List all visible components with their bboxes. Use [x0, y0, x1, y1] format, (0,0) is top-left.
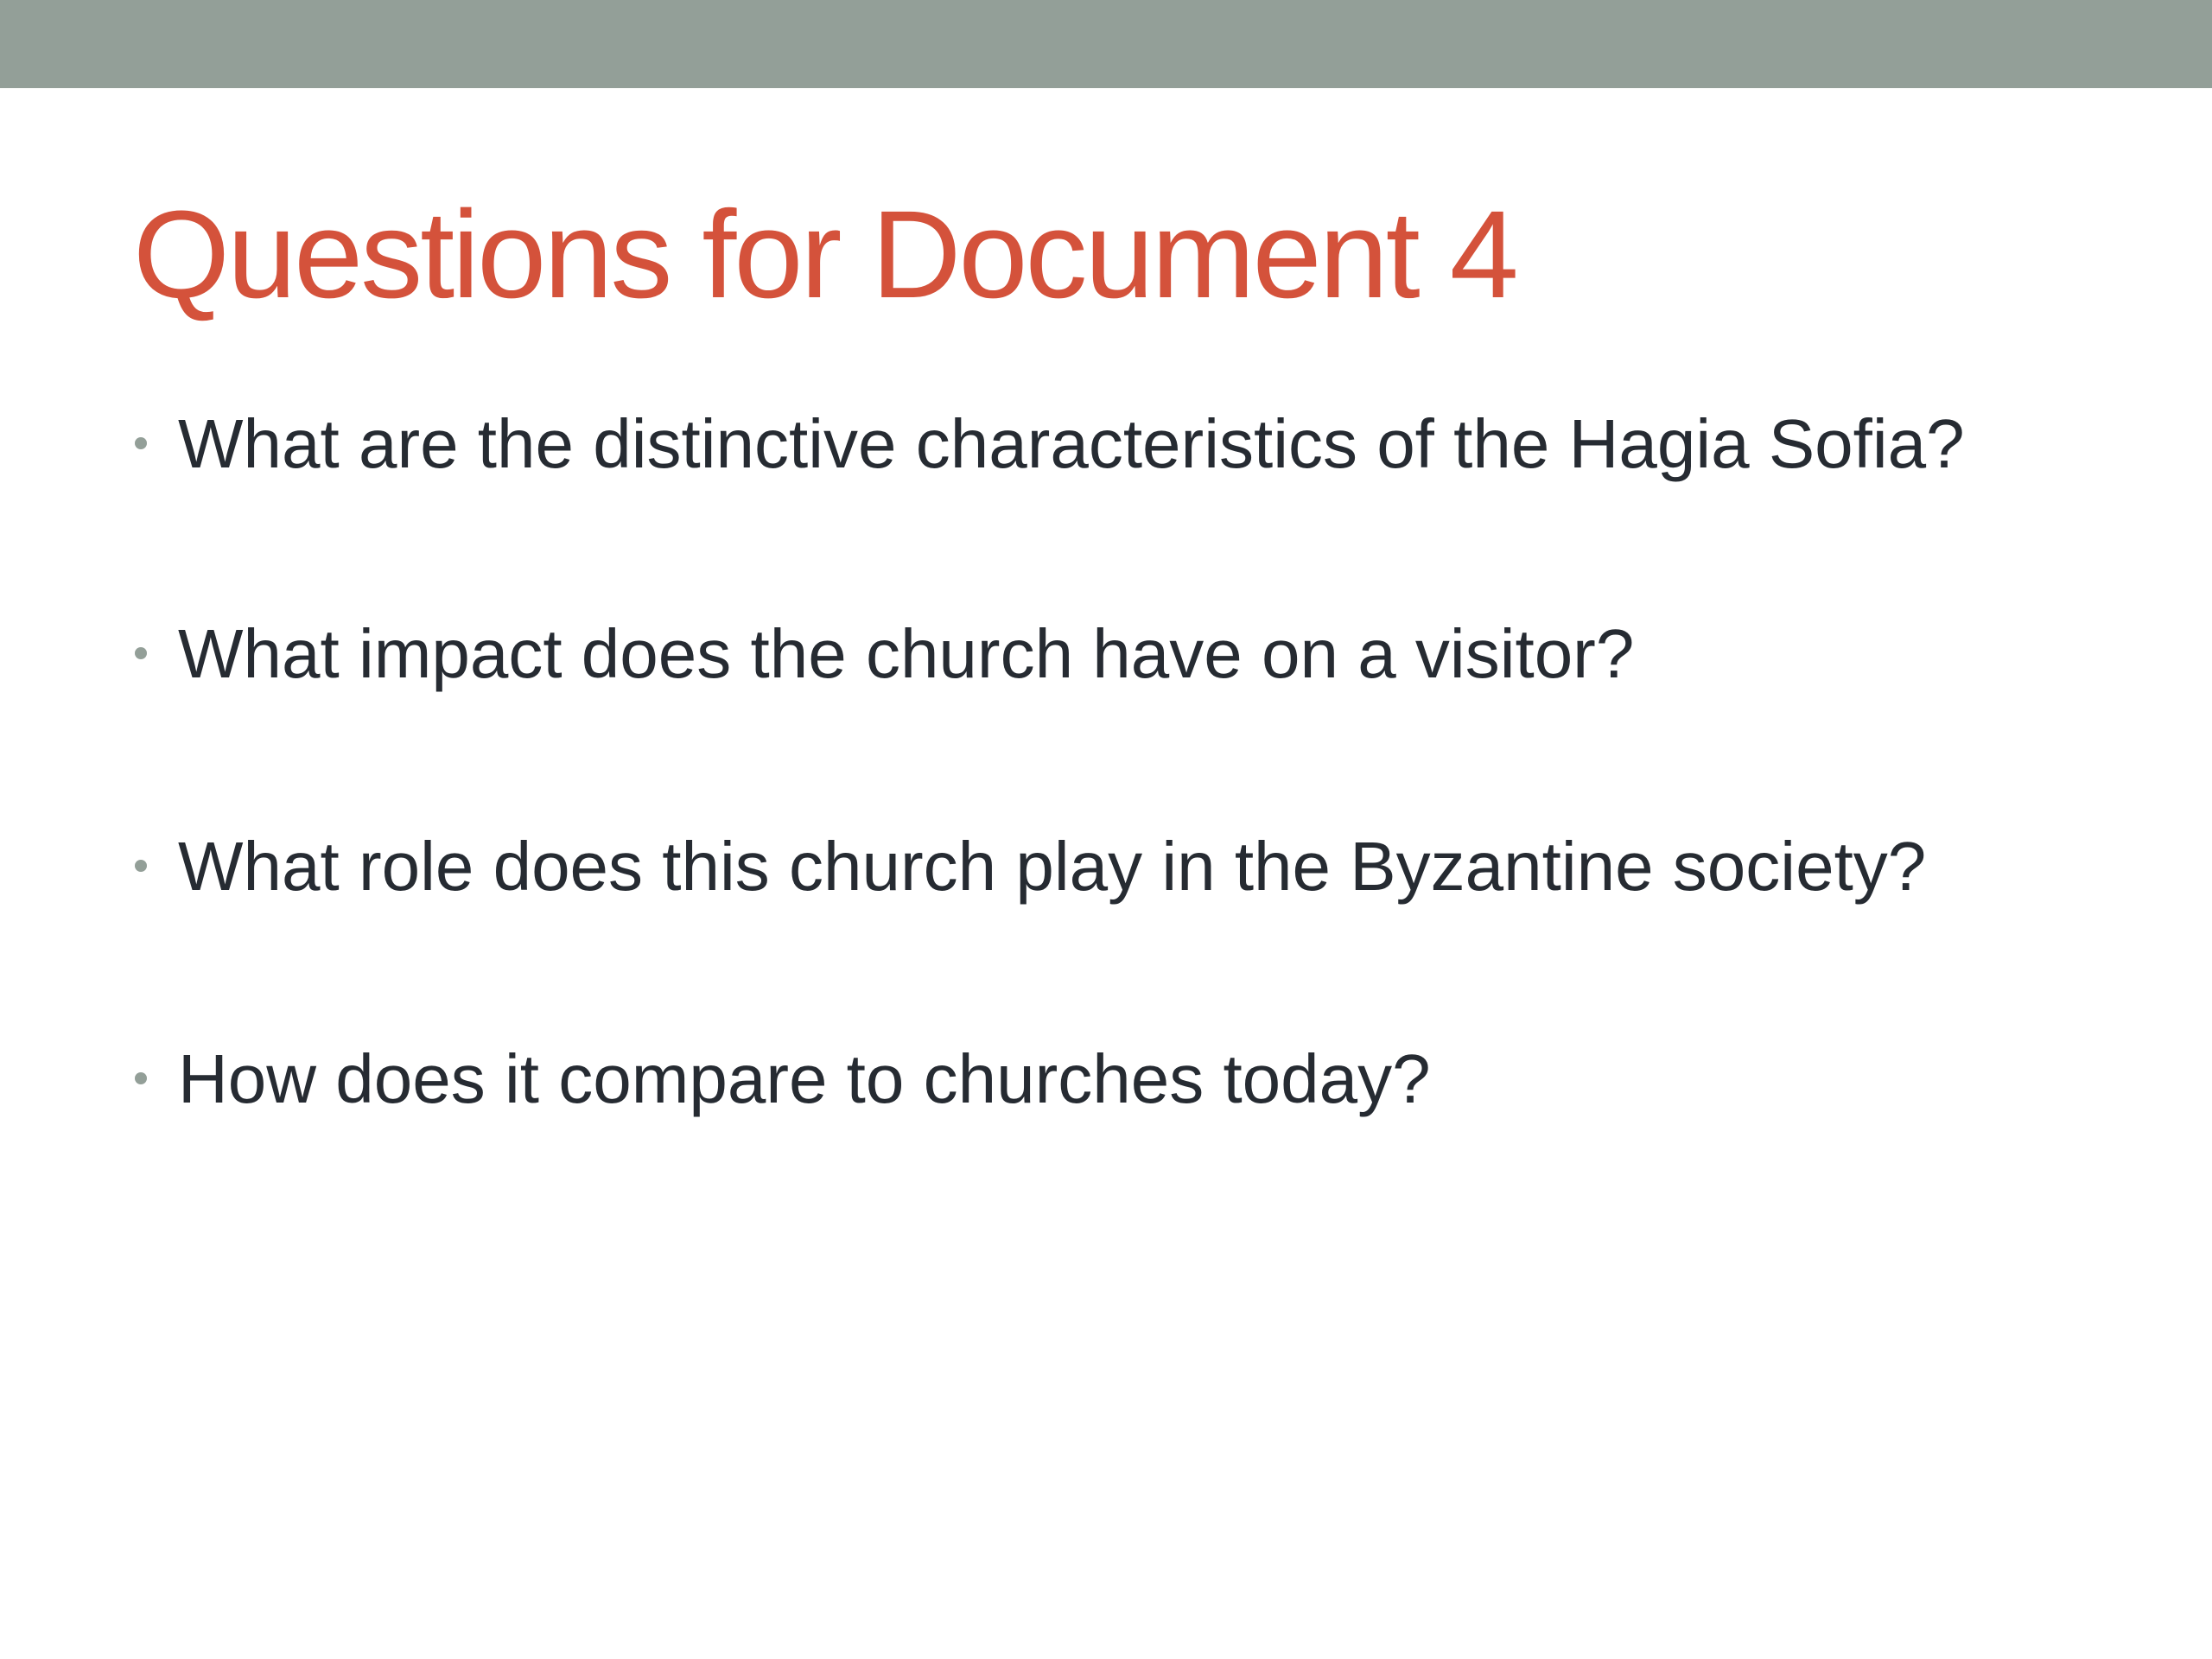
bullet-item: What are the distinctive characteristics… [130, 399, 2036, 488]
bullet-item: What impact does the church have on a vi… [130, 609, 2117, 698]
header-bar [0, 0, 2212, 88]
bullet-item: How does it compare to churches today? [130, 1034, 2117, 1123]
bullet-dot-icon [135, 1072, 147, 1084]
bullet-dot-icon [135, 860, 147, 872]
bullet-list: What are the distinctive characteristics… [130, 399, 2117, 1123]
slide: Questions for Document 4 What are the di… [0, 0, 2212, 1659]
bullet-dot-icon [135, 437, 147, 449]
bullet-text: How does it compare to churches today? [178, 1040, 1431, 1117]
bullet-item: What role does this church play in the B… [130, 822, 2117, 911]
bullet-text: What are the distinctive characteristics… [178, 405, 1965, 482]
slide-title: Questions for Document 4 [133, 185, 1519, 324]
bullet-text: What role does this church play in the B… [178, 828, 1927, 905]
bullet-dot-icon [135, 647, 147, 659]
bullet-text: What impact does the church have on a vi… [178, 615, 1635, 692]
